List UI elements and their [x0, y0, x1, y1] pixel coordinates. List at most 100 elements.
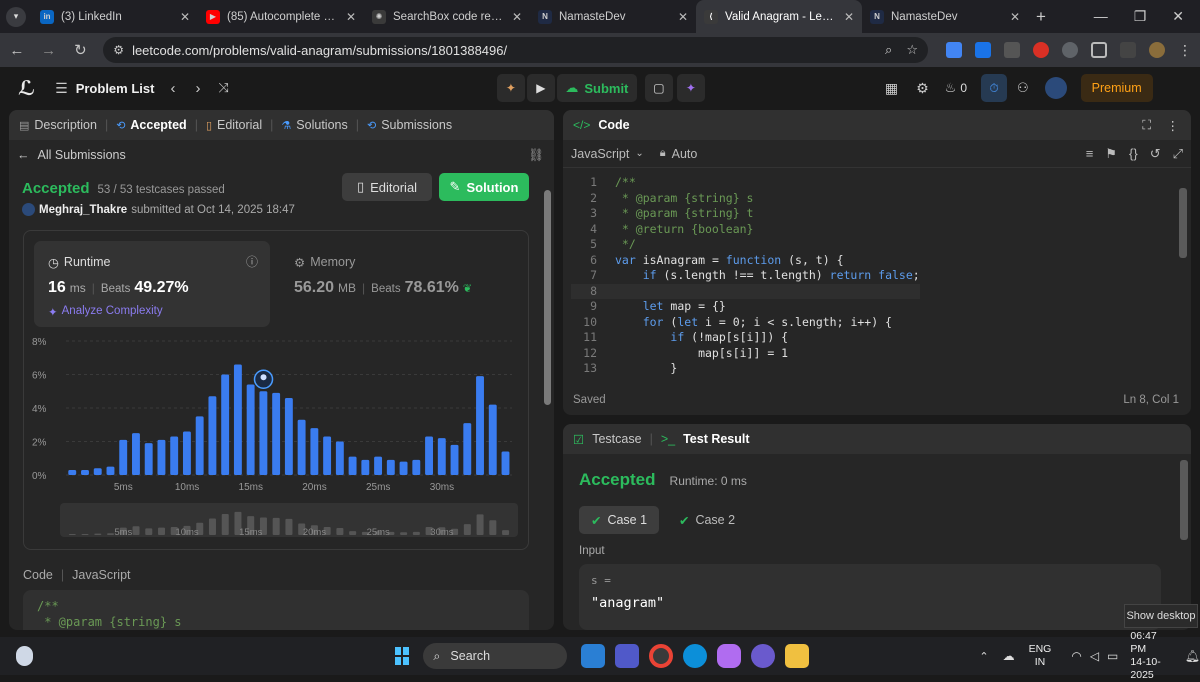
left-scrollbar[interactable] [543, 182, 552, 622]
case-1-tab[interactable]: ✔ Case 1 [579, 506, 659, 534]
forward-icon[interactable]: → [40, 42, 58, 59]
run-play-icon[interactable]: ▶ [526, 74, 555, 102]
download-icon[interactable] [974, 42, 991, 58]
menu-kebab-icon[interactable]: ⋮ [1178, 42, 1192, 59]
tab-submissions[interactable]: ⟲ Submissions [367, 118, 452, 132]
battery-icon[interactable]: ▭ [1107, 649, 1118, 663]
extensions-puzzle-icon[interactable] [1090, 42, 1107, 58]
close-tab-icon[interactable]: ✕ [678, 10, 688, 24]
reload-icon[interactable]: ↻ [72, 41, 90, 59]
share-link-icon[interactable]: ⛓ [528, 148, 544, 163]
leetcode-logo-icon[interactable]: ℒ [18, 76, 35, 101]
new-tab-button[interactable]: + [1028, 7, 1054, 27]
code-scrollbar[interactable] [1179, 188, 1187, 258]
analyze-complexity-link[interactable]: Analyze Complexity [62, 305, 163, 319]
browser-tab[interactable]: N NamasteDev ✕ [862, 0, 1028, 33]
tab-description[interactable]: ▤ Description [19, 118, 97, 132]
code-editor[interactable]: 1/** 2 * @param {string} s3 * @param {str… [571, 175, 920, 377]
tab-solutions[interactable]: ⚗ Solutions [281, 118, 347, 132]
all-submissions-link[interactable]: All Submissions [38, 148, 126, 162]
extension-red-icon[interactable] [1032, 42, 1049, 58]
copilot-icon[interactable] [717, 644, 742, 668]
browser-tab[interactable]: in (3) LinkedIn ✕ [32, 0, 198, 33]
extension-docs-icon[interactable] [945, 42, 962, 58]
submit-button[interactable]: ☁ Submit [556, 74, 637, 102]
url-bar[interactable]: ⚙ leetcode.com/problems/valid-anagram/su… [103, 37, 928, 63]
site-info-icon[interactable]: ⚙ [113, 43, 124, 57]
extension-pen-icon[interactable] [1003, 42, 1020, 58]
braces-icon[interactable]: {} [1129, 146, 1138, 162]
case-2-tab[interactable]: ✔ Case 2 [667, 506, 747, 534]
media-list-icon[interactable] [1119, 42, 1136, 58]
submitter-name[interactable]: Meghraj_Thakre [39, 204, 127, 216]
testcase-tab[interactable]: Testcase [592, 432, 641, 446]
test-result-tab[interactable]: Test Result [683, 432, 749, 446]
extension-shield-icon[interactable] [1061, 42, 1078, 58]
format-icon[interactable]: ≡ [1086, 146, 1094, 162]
browser-app-icon[interactable] [751, 644, 776, 668]
browser-tab[interactable]: ⟨ Valid Anagram - LeetCode ✕ [696, 0, 862, 33]
close-tab-icon[interactable]: ✕ [346, 10, 356, 24]
onedrive-icon[interactable]: ☁ [1003, 649, 1015, 663]
bookmark-icon[interactable]: ⚑ [1105, 146, 1117, 162]
browser-tab[interactable]: ✺ SearchBox code review ✕ [364, 0, 530, 33]
minimize-icon[interactable]: — [1094, 8, 1108, 25]
problem-list-link[interactable]: Problem List [76, 81, 155, 96]
solution-button[interactable]: ✎ Solution [439, 173, 529, 201]
premium-button[interactable]: Premium [1080, 74, 1153, 102]
add-friend-icon[interactable]: ⚇ [1017, 80, 1029, 96]
edge-icon[interactable] [683, 644, 708, 668]
notification-bell-icon[interactable]: 🔔︎ [1185, 649, 1200, 663]
maximize-icon[interactable]: ⛶ [1142, 118, 1151, 133]
back-icon[interactable]: ← [8, 42, 26, 59]
restore-icon[interactable]: ❐ [1134, 8, 1147, 25]
tray-chevron-icon[interactable]: ⌃ [979, 650, 988, 663]
close-tab-icon[interactable]: ✕ [180, 10, 190, 24]
close-tab-icon[interactable]: ✕ [844, 10, 854, 24]
auto-mode-label[interactable]: Auto [672, 147, 698, 161]
browser-tab[interactable]: ▶ (85) Autocomplete Search ✕ [198, 0, 364, 33]
weather-widget-icon[interactable] [16, 646, 33, 666]
teams-icon[interactable] [615, 644, 640, 668]
vscode-icon[interactable] [581, 644, 606, 668]
bookmark-star-icon[interactable]: ☆ [906, 42, 918, 58]
tab-editorial[interactable]: ▯ Editorial [206, 118, 262, 132]
language-select[interactable]: JavaScript [571, 147, 629, 161]
editorial-button[interactable]: ▯ Editorial [342, 173, 432, 201]
user-avatar[interactable] [1044, 77, 1067, 99]
more-menu-icon[interactable]: ⋮ [1167, 118, 1180, 133]
notes-icon[interactable]: ▢ [644, 74, 673, 102]
timer-icon[interactable]: ⏱ [981, 74, 1007, 102]
settings-gear-icon[interactable]: ⚙ [916, 80, 929, 97]
close-window-icon[interactable]: ✕ [1172, 8, 1184, 25]
clock[interactable]: 06:47 PM 14-10-2025 [1130, 630, 1174, 682]
profile-avatar[interactable] [1148, 42, 1165, 58]
runtime-card[interactable]: ◷ Runtime ⓘ 16 ms | Beats 49.27% ✦ Analyze… [34, 241, 270, 327]
close-tab-icon[interactable]: ✕ [1010, 10, 1020, 24]
file-explorer-icon[interactable] [785, 644, 810, 668]
chrome-icon[interactable] [649, 644, 674, 668]
zoom-icon[interactable]: ⌕ [885, 42, 892, 58]
reset-icon[interactable]: ↺ [1150, 146, 1161, 162]
windows-start-icon[interactable] [394, 647, 410, 665]
tab-accepted[interactable]: ⟲ Accepted [116, 118, 187, 132]
close-tab-icon[interactable]: ✕ [512, 10, 522, 24]
result-scrollbar[interactable] [1180, 460, 1188, 540]
prev-problem-icon[interactable]: ‹ [170, 80, 175, 97]
tab-search-button[interactable]: ▾ [0, 0, 32, 33]
shuffle-icon[interactable]: ⤨ [218, 80, 228, 96]
ai-sparkle-icon[interactable]: ✦ [676, 74, 705, 102]
chevron-down-icon[interactable]: ⌄ [635, 148, 643, 159]
info-icon[interactable]: ⓘ [246, 253, 258, 270]
memory-card[interactable]: ⚙ Memory 56.20 MB | Beats 78.61% ❦ [286, 241, 486, 327]
next-problem-icon[interactable]: › [195, 80, 200, 97]
debug-icon[interactable]: ✦ [496, 74, 525, 102]
browser-tab[interactable]: N NamasteDev ✕ [530, 0, 696, 33]
layout-grid-icon[interactable]: ▦ [885, 80, 898, 97]
code-tab[interactable]: Code [598, 118, 629, 132]
streak-flame-icon[interactable]: ♨ [945, 80, 957, 96]
back-arrow-icon[interactable]: ← [17, 148, 30, 162]
wifi-icon[interactable]: ◠ [1071, 649, 1081, 663]
fullscreen-icon[interactable]: ⤢ [1173, 146, 1183, 162]
volume-icon[interactable]: ◁ [1090, 649, 1099, 663]
